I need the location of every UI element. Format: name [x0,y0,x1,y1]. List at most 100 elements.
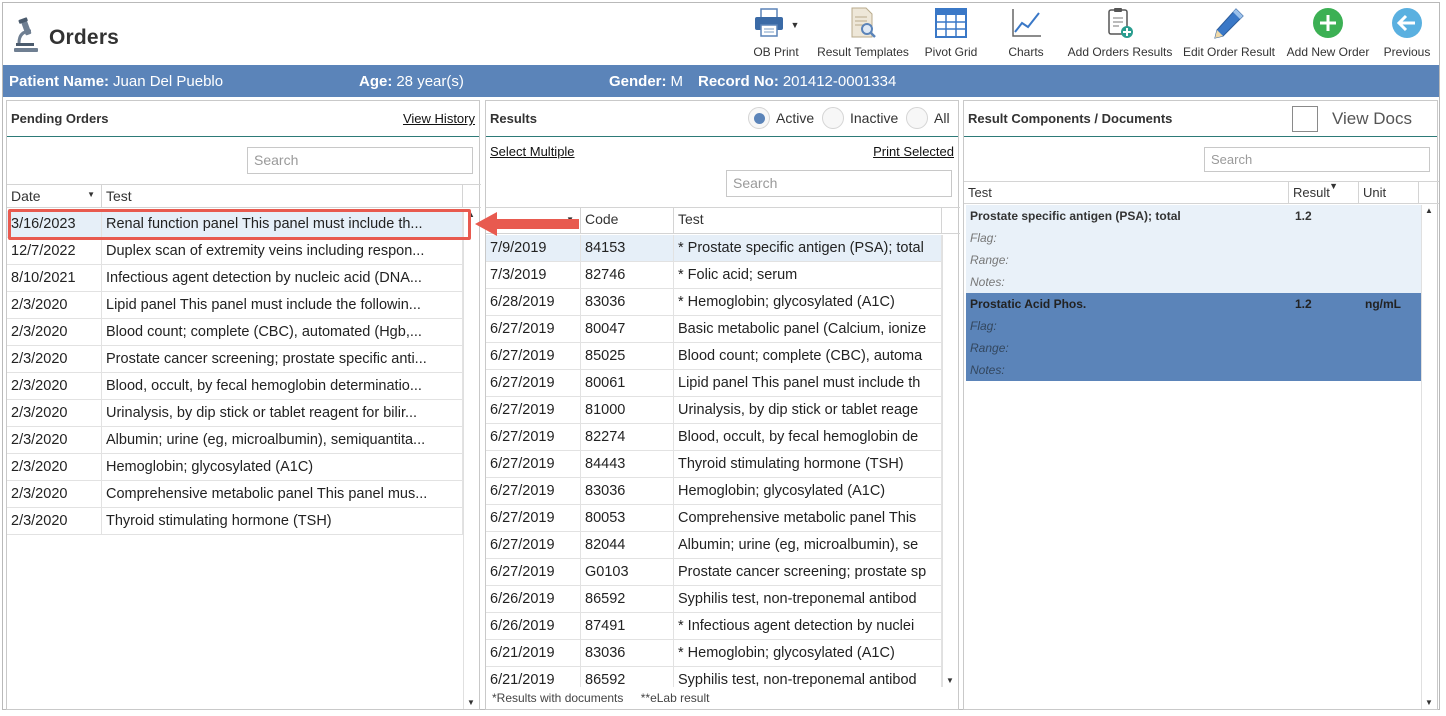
radio-active[interactable] [748,107,770,129]
column-code[interactable]: Code [581,208,674,233]
pending-orders-panel: Pending Orders View History Search Date … [6,100,481,710]
table-row[interactable]: 6/27/2019 82274 Blood, occult, by fecal he… [486,423,942,451]
add-orders-results-button[interactable]: Add Orders Results [1063,3,1177,63]
edit-order-result-button[interactable]: Edit Order Result [1177,3,1281,63]
filter-active[interactable]: Active [748,107,820,129]
scroll-up-icon[interactable]: ▲ [1425,206,1433,215]
results-header: Results Active Inactive All [486,101,958,137]
column-date[interactable]: Date ▼ [7,185,102,207]
table-row[interactable]: 2/3/2020 Hemoglobin; glycosylated (A1C) [7,453,463,481]
cell-code: G0103 [581,558,674,586]
table-row[interactable]: 6/28/2019 83036 * Hemoglobin; glycosylated… [486,288,942,316]
pending-rows: 3/16/2023 Renal function panel This panel… [7,210,463,535]
table-row[interactable]: 6/27/2019 80061 Lipid panel This panel mus… [486,369,942,397]
sort-down-icon[interactable]: ▼ [87,190,95,199]
add-new-order-button[interactable]: Add New Order [1281,3,1375,63]
table-row[interactable]: 12/7/2022 Duplex scan of extremity veins … [7,237,463,265]
cell-test: Lipid panel This panel must include th [674,369,942,397]
column-test[interactable]: Test [102,185,463,207]
cell-date: 6/26/2019 [486,585,581,613]
result-components-title: Result Components / Documents [968,111,1173,126]
patient-age-label: Age: [359,73,393,90]
patient-gender-label: Gender: [609,73,667,90]
table-row[interactable]: 6/27/2019 82044 Albumin; urine (eg, microa… [486,531,942,559]
cell-test: Infectious agent detection by nucleic ac… [102,264,463,292]
scroll-down-icon[interactable]: ▼ [1425,698,1433,707]
cell-date: 2/3/2020 [7,426,102,454]
table-row[interactable]: 2/3/2020 Urinalysis, by dip stick or tabl… [7,399,463,427]
scroll-down-icon[interactable]: ▼ [946,676,954,685]
cell-code: 83036 [581,639,674,667]
print-selected-link[interactable]: Print Selected [873,144,954,159]
previous-button[interactable]: Previous [1375,3,1439,63]
patient-name-label: Patient Name: [9,73,110,90]
results-search-input[interactable]: Search [726,170,952,197]
table-row[interactable]: 6/21/2019 86592 Syphilis test, non-trepone… [486,666,942,687]
table-row[interactable]: 8/10/2021 Infectious agent detection by n… [7,264,463,292]
filter-icon[interactable]: ▼ [1329,181,1338,191]
column-test[interactable]: Test [674,208,942,233]
results-scrollbar[interactable]: ▼ [942,235,958,687]
filter-inactive[interactable]: Inactive [822,107,904,129]
table-row[interactable]: 6/27/2019 84443 Thyroid stimulating hormon… [486,450,942,478]
charts-button[interactable]: Charts [989,3,1063,63]
result-component-item[interactable]: Prostate specific antigen (PSA); total 1.… [966,205,1422,293]
cell-date: 6/28/2019 [486,288,581,316]
table-row[interactable]: 2/3/2020 Thyroid stimulating hormone (TSH… [7,507,463,535]
charts-label: Charts [1008,45,1044,59]
table-row[interactable]: 2/3/2020 Blood, occult, by fecal hemoglob… [7,372,463,400]
result-components-header: Result Components / Documents View Docs [964,101,1437,137]
pending-grid-header: Date ▼ Test [7,184,481,208]
select-multiple-link[interactable]: Select Multiple [490,144,575,159]
cell-date: 2/3/2020 [7,291,102,319]
ob-print-button[interactable]: ▼ OB Print [739,3,813,63]
pending-scrollbar[interactable]: ▲ ▼ [463,209,479,709]
cell-test: Blood, occult, by fecal hemoglobin deter… [102,372,463,400]
table-row[interactable]: 6/27/2019 80047 Basic metabolic panel (Cal… [486,315,942,343]
column-code-label: Code [585,211,619,227]
table-row[interactable]: 6/21/2019 83036 * Hemoglobin; glycosylated… [486,639,942,667]
cell-test: Prostate cancer screening; prostate spec… [102,345,463,373]
filter-inactive-label: Inactive [850,110,899,126]
component-summary: Prostatic Acid Phos. 1.2 ng/mL [966,293,1422,315]
result-templates-button[interactable]: Result Templates [813,3,913,63]
table-row[interactable]: 6/27/2019 81000 Urinalysis, by dip stick o… [486,396,942,424]
patient-gender: Gender: M [609,73,683,90]
radio-all[interactable] [906,107,928,129]
cell-date: 8/10/2021 [7,264,102,292]
result-component-item[interactable]: Prostatic Acid Phos. 1.2 ng/mL Flag: Range: N… [966,293,1422,381]
table-row[interactable]: 2/3/2020 Albumin; urine (eg, microalbumin… [7,426,463,454]
component-notes: Notes: [970,363,1005,377]
components-search-input[interactable]: Search [1204,147,1430,172]
cell-test: Duplex scan of extremity veins including… [102,237,463,265]
view-docs-checkbox[interactable] [1292,106,1318,132]
table-row[interactable]: 2/3/2020 Comprehensive metabolic panel Th… [7,480,463,508]
table-row[interactable]: 6/27/2019 G0103 Prostate cancer screening;… [486,558,942,586]
cell-test: Urinalysis, by dip stick or tablet reage [674,396,942,424]
chevron-down-icon[interactable]: ▼ [791,20,800,30]
cell-code: 86592 [581,666,674,687]
pivot-grid-button[interactable]: Pivot Grid [913,3,989,63]
table-row[interactable]: 6/26/2019 87491 * Infectious agent detecti… [486,612,942,640]
table-row[interactable]: 2/3/2020 Blood count; complete (CBC), aut… [7,318,463,346]
radio-inactive[interactable] [822,107,844,129]
filter-all[interactable]: All [906,107,956,129]
table-row[interactable]: 6/26/2019 86592 Syphilis test, non-trepone… [486,585,942,613]
cell-test: Comprehensive metabolic panel This panel… [102,480,463,508]
table-row[interactable]: 6/27/2019 80053 Comprehensive metabolic pa… [486,504,942,532]
pending-orders-title: Pending Orders [11,111,109,126]
view-history-link[interactable]: View History [403,111,475,126]
results-rows: 7/9/2019 84153 * Prostate specific antigen… [486,235,942,687]
pending-search-input[interactable]: Search [247,147,473,174]
table-row[interactable]: 2/3/2020 Lipid panel This panel must incl… [7,291,463,319]
components-scrollbar[interactable]: ▲ ▼ [1421,205,1437,709]
page-title: Orders [49,25,120,49]
table-row[interactable]: 6/27/2019 83036 Hemoglobin; glycosylated (… [486,477,942,505]
column-unit[interactable]: Unit [1359,182,1419,203]
scroll-down-icon[interactable]: ▼ [467,698,475,707]
table-row[interactable]: 2/3/2020 Prostate cancer screening; prost… [7,345,463,373]
table-row[interactable]: 6/27/2019 85025 Blood count; complete (CBC… [486,342,942,370]
column-result[interactable]: Result ▼ [1289,181,1359,203]
column-test[interactable]: Test [964,182,1289,203]
table-row[interactable]: 7/3/2019 82746 * Folic acid; serum [486,261,942,289]
